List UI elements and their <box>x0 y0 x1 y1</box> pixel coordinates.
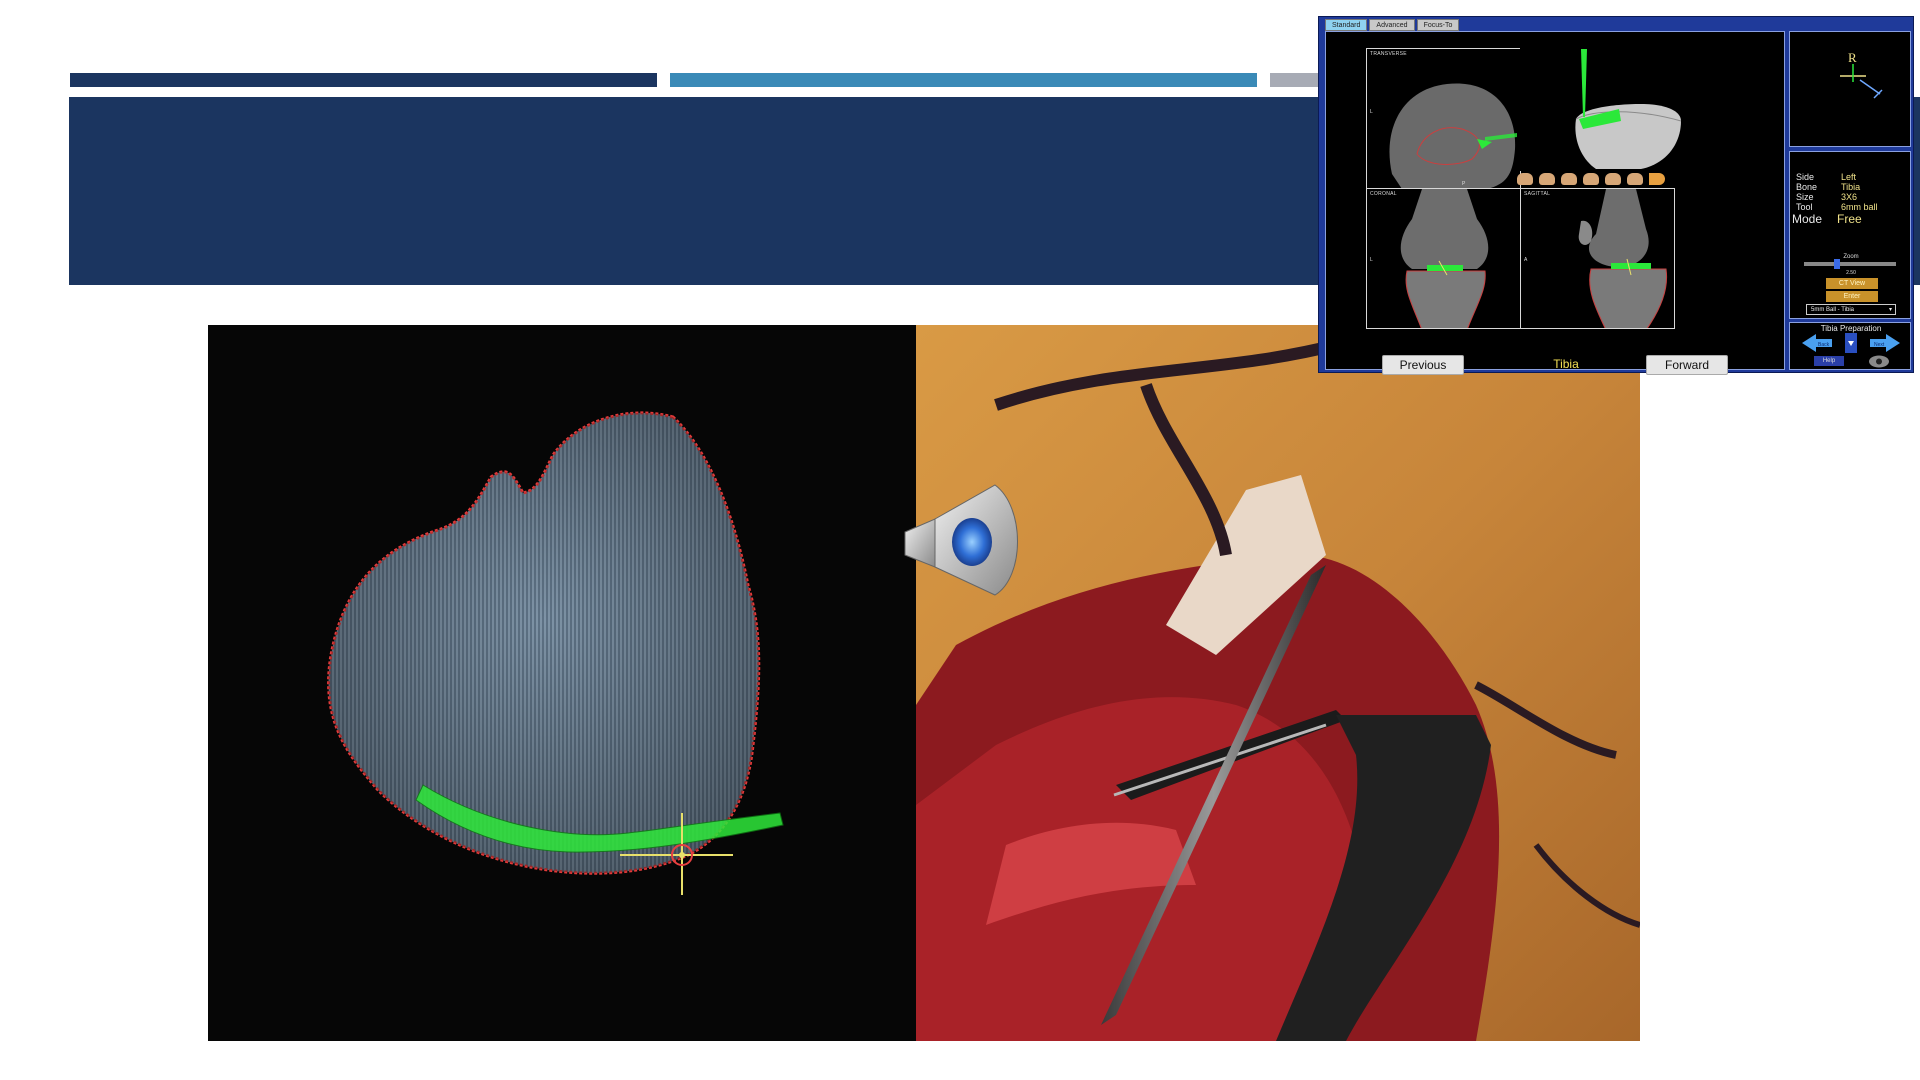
side-value: Left <box>1841 172 1857 182</box>
tab-focus-to[interactable]: Focus-To <box>1416 19 1460 31</box>
help-button[interactable]: Help <box>1814 356 1844 366</box>
size-label: Size <box>1796 192 1814 202</box>
info-mode: Mode Free <box>1792 212 1862 226</box>
mode-label: Mode <box>1792 212 1823 226</box>
info-side: Side Left <box>1796 172 1856 182</box>
orientation-panel: R <box>1789 31 1911 147</box>
view-preset-5[interactable] <box>1605 173 1621 185</box>
orientation-left: L <box>1370 109 1374 115</box>
info-size: Size 3X6 <box>1796 192 1857 202</box>
tab-advanced[interactable]: Advanced <box>1369 19 1415 31</box>
tool-select[interactable]: 5mm Ball - Tibia ▾ <box>1806 304 1896 315</box>
zoom-value: 2.50 <box>1846 270 1856 276</box>
ct-view-button[interactable]: CT View <box>1826 278 1878 289</box>
orientation-left-2: L <box>1370 257 1374 263</box>
sagittal-view[interactable]: SAGITTAL A <box>1520 188 1675 329</box>
view-tabs: Standard Advanced Focus-To <box>1325 19 1460 31</box>
svg-text:R: R <box>1848 50 1857 65</box>
zoom-slider[interactable] <box>1804 259 1896 269</box>
accent-bar-blue <box>670 73 1257 87</box>
back-arrow-button[interactable]: Back <box>1802 334 1832 357</box>
arrow-down-icon <box>1845 333 1857 353</box>
arrow-right-icon: Next <box>1870 334 1900 352</box>
orientation-anterior: A <box>1524 257 1528 263</box>
next-arrow-button[interactable]: Next <box>1870 334 1900 357</box>
slide-image <box>208 325 1640 1041</box>
tool-label: Tool <box>1796 202 1813 212</box>
tab-standard[interactable]: Standard <box>1325 19 1368 31</box>
ct-scan-image <box>208 325 916 1041</box>
preparation-panel: Tibia Preparation Back Next Help <box>1789 322 1911 370</box>
camera-icon[interactable] <box>1868 355 1890 368</box>
preparation-title: Tibia Preparation <box>1820 324 1882 333</box>
zoom-label: Zoom <box>1843 254 1859 260</box>
view-preset-7[interactable] <box>1649 173 1665 185</box>
speaker-icon[interactable] <box>900 477 1030 602</box>
zoom-slider-thumb[interactable] <box>1834 259 1840 269</box>
accent-bar-dark <box>70 73 657 87</box>
tool-info-panel: Side Left Bone Tibia Size 3X6 Tool 6mm b… <box>1789 151 1911 319</box>
forward-button[interactable]: Forward <box>1646 355 1728 375</box>
transverse-view[interactable]: TRANSVERSE L P <box>1366 48 1521 189</box>
size-value: 3X6 <box>1841 192 1858 202</box>
down-arrow-button[interactable] <box>1845 333 1857 358</box>
side-label: Side <box>1796 172 1815 182</box>
bone-value: Tibia <box>1841 182 1861 192</box>
view-preset-1[interactable] <box>1517 173 1533 185</box>
view-preset-3[interactable] <box>1561 173 1577 185</box>
chevron-down-icon: ▾ <box>1888 307 1892 313</box>
view-preset-2[interactable] <box>1539 173 1555 185</box>
3d-view[interactable] <box>1520 48 1710 171</box>
orientation-posterior: P <box>1462 181 1466 187</box>
back-label: Back <box>1818 342 1830 348</box>
view-preset-6[interactable] <box>1627 173 1643 185</box>
view-preset-4[interactable] <box>1583 173 1599 185</box>
orientation-axes-icon: R <box>1840 50 1883 99</box>
tool-value: 6mm ball <box>1841 202 1878 212</box>
enter-button[interactable]: Enter <box>1826 291 1878 302</box>
bone-label: Bone <box>1796 182 1818 192</box>
coronal-view[interactable]: CORONAL L <box>1366 188 1521 329</box>
tool-select-value: 5mm Ball - Tibia <box>1811 307 1855 313</box>
mode-value: Free <box>1837 212 1862 226</box>
info-bone: Bone Tibia <box>1796 182 1860 192</box>
info-tool: Tool 6mm ball <box>1796 202 1878 212</box>
surgical-photo <box>916 325 1640 1041</box>
bone-title: Tibia <box>1553 357 1579 371</box>
previous-button[interactable]: Previous <box>1382 355 1464 375</box>
image-viewer: TRANSVERSE L P CORONAL L SAGITTAL A Prev… <box>1325 31 1785 375</box>
arrow-left-icon: Back <box>1802 334 1832 352</box>
navigation-software-window: Standard Advanced Focus-To TRANSVERSE L … <box>1318 16 1914 375</box>
view-presets <box>1517 171 1707 187</box>
next-label: Next <box>1874 342 1885 348</box>
